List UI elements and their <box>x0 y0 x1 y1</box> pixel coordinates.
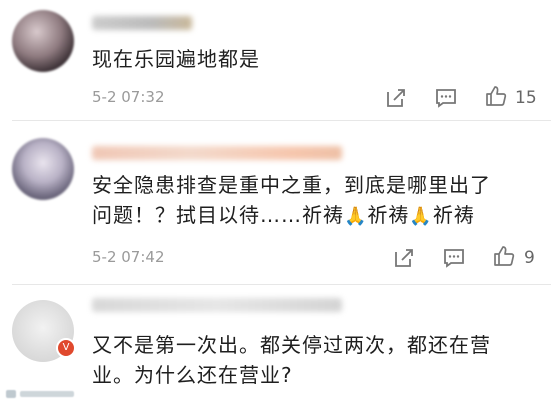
comment-item: V 又不是第一次出。都关停过两次，都还在营 业。为什么还在营业? <box>0 286 551 408</box>
comment-text-line: 问题！？拭目以待……祈祷🙏祈祷🙏祈祷 <box>92 200 532 232</box>
comment-text-segment: 祈祷 <box>432 203 475 227</box>
avatar[interactable] <box>12 10 74 72</box>
comment-time: 5-2 07:32 <box>92 88 165 106</box>
share-button[interactable] <box>384 86 408 110</box>
comment-icon <box>444 249 464 268</box>
comment-text: 又不是第一次出。都关停过两次，都还在营 业。为什么还在营业? <box>92 330 532 390</box>
watermark <box>6 388 76 403</box>
thumbs-up-icon <box>494 246 515 266</box>
watermark-logo <box>6 390 74 398</box>
comment-item: 安全隐患排查是重中之重，到底是哪里出了 问题！？拭目以待……祈祷🙏祈祷🙏祈祷 5… <box>0 122 551 286</box>
thumbs-up-icon <box>486 86 507 106</box>
comment-button[interactable] <box>442 246 466 270</box>
comment-icon <box>436 89 456 108</box>
comment-text: 安全隐患排查是重中之重，到底是哪里出了 问题！？拭目以待……祈祷🙏祈祷🙏祈祷 <box>92 170 532 232</box>
like-button[interactable] <box>492 244 516 268</box>
praying-hands-icon: 🙏 <box>344 206 368 227</box>
comment-text-segment: 问题！？拭目以待……祈祷 <box>92 203 344 227</box>
avatar[interactable] <box>12 138 74 200</box>
comment-time: 5-2 07:42 <box>92 248 165 266</box>
share-icon <box>395 249 413 267</box>
comment-text-line: 安全隐患排查是重中之重，到底是哪里出了 <box>92 173 491 197</box>
comment-item: 现在乐园遍地都是 5-2 07:32 15 <box>0 0 551 118</box>
praying-hands-icon: 🙏 <box>409 206 433 227</box>
comment-text-line: 又不是第一次出。都关停过两次，都还在营 <box>92 333 491 357</box>
divider <box>12 120 551 121</box>
share-icon <box>387 89 405 107</box>
username-blurred[interactable] <box>92 16 192 30</box>
like-count: 9 <box>524 248 535 268</box>
comment-text: 现在乐园遍地都是 <box>92 47 260 71</box>
username-blurred[interactable] <box>92 298 342 312</box>
username-blurred[interactable] <box>92 146 342 160</box>
like-count: 15 <box>515 88 537 108</box>
verified-badge: V <box>56 338 76 358</box>
comment-button[interactable] <box>434 86 458 110</box>
divider <box>12 284 551 285</box>
comment-text-line: 业。为什么还在营业? <box>92 363 293 387</box>
share-button[interactable] <box>392 246 416 270</box>
like-button[interactable] <box>484 84 508 108</box>
comment-text-segment: 祈祷 <box>367 203 410 227</box>
